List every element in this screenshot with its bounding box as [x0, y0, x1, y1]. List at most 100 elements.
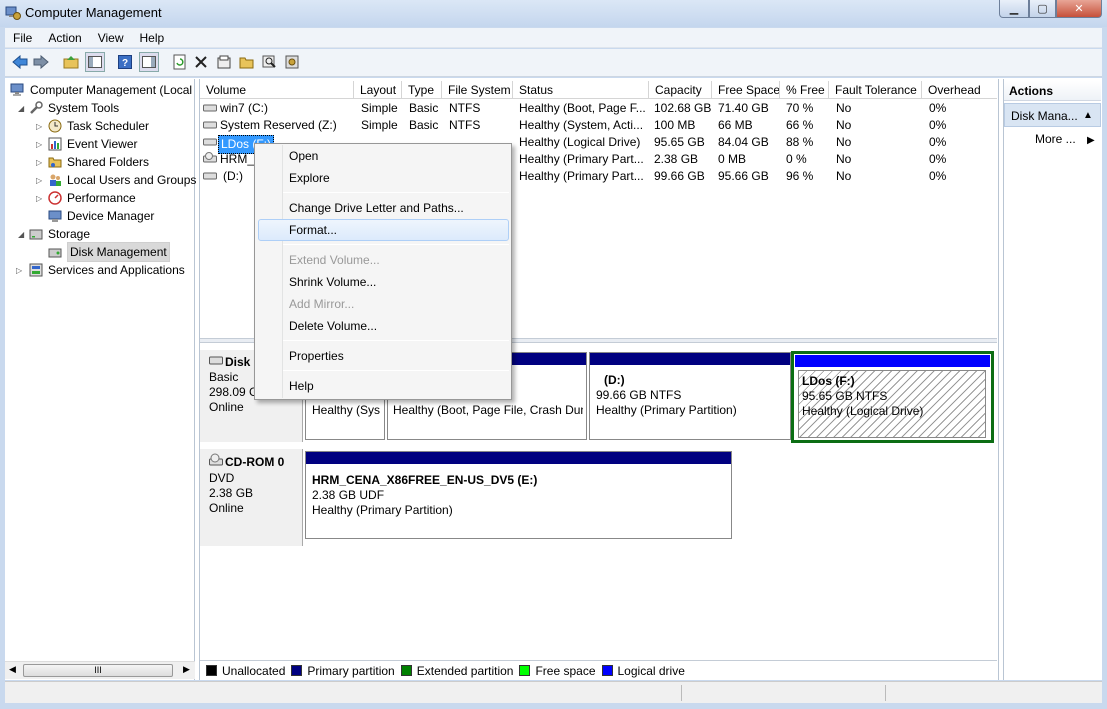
status-divider: [885, 685, 886, 701]
col-percent-free[interactable]: % Free: [780, 81, 829, 99]
col-capacity[interactable]: Capacity: [649, 81, 712, 99]
collapse-triangle-icon[interactable]: ◢: [18, 230, 24, 239]
expand-triangle-icon[interactable]: ▷: [36, 158, 42, 167]
minimize-button[interactable]: ▁: [999, 0, 1029, 18]
partition-status: Healthy (Primary Partition): [596, 403, 737, 417]
col-layout[interactable]: Layout: [354, 81, 402, 99]
expand-triangle-icon[interactable]: ▷: [16, 266, 22, 275]
menu-help[interactable]: Help: [132, 28, 173, 48]
scroll-right-icon[interactable]: ▶: [183, 664, 190, 675]
delete-icon[interactable]: [191, 52, 211, 72]
menu-item-change-drive-letter[interactable]: Change Drive Letter and Paths...: [289, 199, 464, 217]
show-hide-tree-icon[interactable]: [85, 52, 105, 72]
tree-node-device-manager[interactable]: Device Manager: [47, 207, 154, 225]
tree-node-performance[interactable]: Performance: [47, 189, 136, 207]
scroll-left-icon[interactable]: ◀: [9, 664, 16, 675]
drive-icon: [203, 101, 217, 118]
more-actions-item[interactable]: More ... ▶: [1035, 131, 1095, 147]
tree-node-local-users-groups[interactable]: Local Users and Groups: [47, 171, 196, 189]
close-button[interactable]: ✕: [1056, 0, 1102, 18]
menu-item-shrink-volume[interactable]: Shrink Volume...: [289, 273, 376, 291]
open-icon[interactable]: [237, 52, 257, 72]
volume-layout: Simple: [361, 101, 398, 115]
menu-separator: [283, 244, 509, 245]
tree-node-services-applications[interactable]: Services and Applications: [28, 261, 185, 279]
col-file-system[interactable]: File System: [442, 81, 513, 99]
menu-item-delete-volume[interactable]: Delete Volume...: [289, 317, 377, 335]
volume-capacity: 95.65 GB: [654, 135, 705, 149]
tree-horizontal-scrollbar[interactable]: ◀ III ▶: [5, 661, 195, 679]
up-folder-icon[interactable]: [61, 52, 81, 72]
legend-label: Free space: [535, 663, 596, 678]
cdrom-0-info[interactable]: CD-ROM 0 DVD 2.38 GB Online: [200, 449, 303, 546]
close-icon: ✕: [1074, 3, 1084, 15]
partition-d[interactable]: (D:) 99.66 GB NTFS Healthy (Primary Part…: [589, 352, 791, 440]
properties-icon[interactable]: [214, 52, 234, 72]
collapse-up-icon[interactable]: ▲: [1083, 104, 1093, 128]
partition-cdrom-e[interactable]: HRM_CENA_X86FREE_EN-US_DV5 (E:) 2.38 GB …: [305, 451, 732, 539]
volume-capacity: 99.66 GB: [654, 169, 705, 183]
legend-swatch-extended: [400, 665, 412, 676]
col-fault-tolerance[interactable]: Fault Tolerance: [829, 81, 922, 99]
scroll-thumb[interactable]: III: [23, 664, 173, 677]
tree-node-system-tools[interactable]: System Tools: [28, 99, 119, 117]
tree-node-event-viewer[interactable]: Event Viewer: [47, 135, 137, 153]
partition-status: Healthy (Primary Partition): [312, 503, 453, 517]
volume-name: HRM_C: [220, 152, 254, 166]
menu-separator: [283, 370, 509, 371]
col-overhead[interactable]: Overhead: [922, 81, 997, 99]
menu-item-explore[interactable]: Explore: [289, 169, 330, 187]
maximize-button[interactable]: ▢: [1029, 0, 1056, 18]
services-icon: [28, 262, 44, 278]
show-action-pane-icon[interactable]: [139, 52, 159, 72]
menu-bar: File Action View Help: [5, 28, 1102, 48]
volume-fault-tolerance: No: [836, 101, 852, 115]
expand-triangle-icon[interactable]: ▷: [36, 140, 42, 149]
menu-item-add-mirror[interactable]: Add Mirror...: [289, 295, 354, 313]
title-bar: [0, 0, 1107, 27]
collapse-triangle-icon[interactable]: ◢: [18, 104, 24, 113]
tree-node-disk-management[interactable]: Disk Management: [47, 242, 170, 262]
volume-free: 0 MB: [718, 152, 747, 166]
menu-view[interactable]: View: [90, 28, 132, 48]
col-status[interactable]: Status: [513, 81, 649, 99]
refresh-icon[interactable]: [170, 52, 190, 72]
volume-overhead: 0%: [929, 101, 947, 115]
partition-name: HRM_CENA_X86FREE_EN-US_DV5 (E:): [312, 473, 538, 487]
tree-node-shared-folders[interactable]: Shared Folders: [47, 153, 149, 171]
drive-icon: [203, 118, 217, 135]
tree-node-computer-management[interactable]: Computer Management (Local: [10, 81, 192, 99]
col-free-space[interactable]: Free Space: [712, 81, 780, 99]
disk-size: 2.38 GB: [209, 486, 254, 500]
rescan-icon[interactable]: [283, 52, 303, 72]
disk-management-icon: [47, 244, 63, 260]
expand-triangle-icon[interactable]: ▷: [36, 176, 42, 185]
partition-ldos-f-extended[interactable]: LDos (F:) 95.65 GB NTFS Healthy (Logical…: [791, 351, 994, 443]
volume-capacity: 2.38 GB: [654, 152, 699, 166]
tree-node-task-scheduler[interactable]: Task Scheduler: [47, 117, 149, 135]
legend-label: Extended partition: [416, 663, 514, 678]
volume-status: Healthy (Primary Part...: [519, 152, 644, 166]
tree-label: Storage: [48, 227, 91, 241]
expand-triangle-icon[interactable]: ▷: [36, 194, 42, 203]
menu-item-help[interactable]: Help: [289, 377, 314, 395]
cd-icon: [209, 453, 223, 471]
expand-triangle-icon[interactable]: ▷: [36, 122, 42, 131]
context-menu: Open Explore Change Drive Letter and Pat…: [254, 143, 512, 400]
menu-item-format[interactable]: Format...: [289, 221, 337, 239]
menu-file[interactable]: File: [5, 28, 40, 48]
menu-item-properties[interactable]: Properties: [289, 347, 344, 365]
tree-node-storage[interactable]: Storage: [28, 225, 90, 243]
actions-section-disk-management[interactable]: Disk Mana... ▲: [1004, 103, 1101, 127]
menu-item-extend-volume[interactable]: Extend Volume...: [289, 251, 380, 269]
search-icon[interactable]: [260, 52, 280, 72]
col-volume[interactable]: Volume: [200, 81, 354, 99]
menu-item-open[interactable]: Open: [289, 147, 318, 165]
volume-percent-free: 96 %: [786, 169, 814, 183]
back-icon[interactable]: [10, 52, 30, 72]
col-type[interactable]: Type: [402, 81, 442, 99]
forward-icon[interactable]: [31, 52, 51, 72]
menu-action[interactable]: Action: [40, 28, 89, 48]
volume-overhead: 0%: [929, 152, 947, 166]
help-icon[interactable]: ?: [115, 52, 135, 72]
